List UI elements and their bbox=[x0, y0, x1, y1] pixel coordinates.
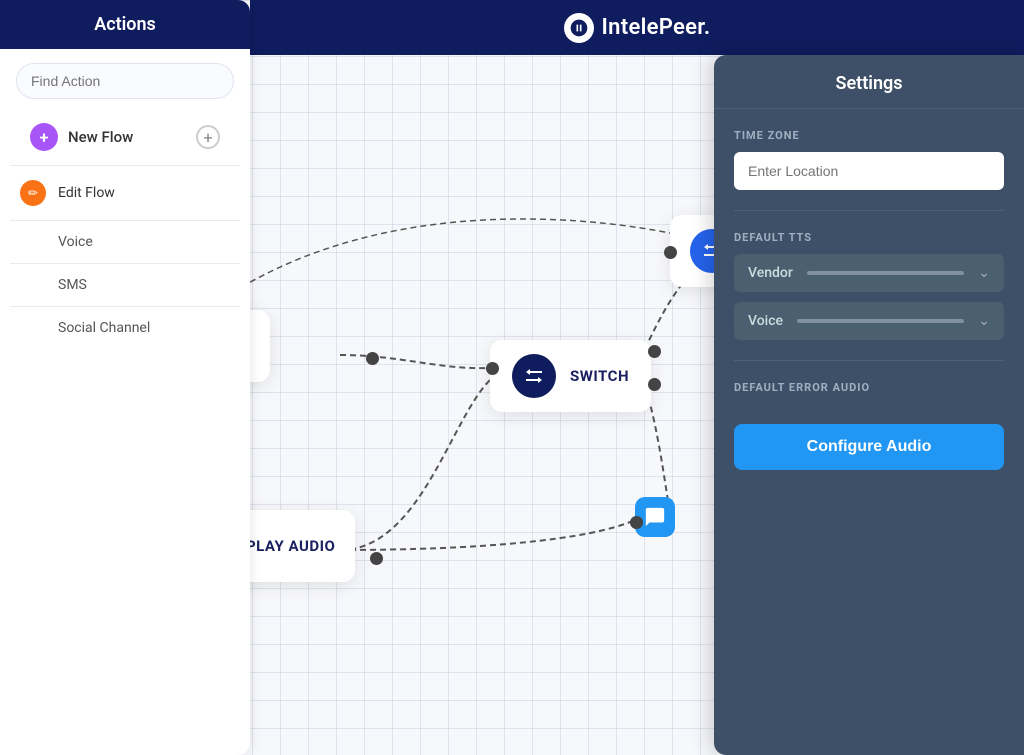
default-error-audio-section: DEFAULT ERROR AUDIO bbox=[714, 361, 1024, 394]
settings-title: Settings bbox=[714, 55, 1024, 109]
new-flow-label: New Flow bbox=[68, 128, 133, 146]
voice-label: Voice bbox=[748, 313, 783, 329]
sidebar-item-sms[interactable]: SMS bbox=[0, 268, 250, 302]
divider-1 bbox=[10, 165, 240, 166]
sidebar-title: Actions bbox=[0, 0, 250, 49]
play-audio-label: PLAY AUDIO bbox=[246, 537, 335, 555]
default-error-audio-label: DEFAULT ERROR AUDIO bbox=[734, 381, 1004, 394]
switch-connector-right-bot bbox=[648, 378, 661, 391]
new-flow-row[interactable]: + New Flow + bbox=[10, 113, 240, 161]
new-flow-left: + New Flow bbox=[30, 123, 133, 151]
vendor-dropdown[interactable]: Vendor ⌄ bbox=[734, 254, 1004, 292]
icall-connector-right bbox=[366, 352, 379, 365]
voice-track bbox=[797, 319, 964, 323]
small-node-connector bbox=[630, 516, 643, 529]
edit-flow-icon: ✏ bbox=[20, 180, 46, 206]
logo-icon bbox=[564, 13, 594, 43]
timezone-section: TIME ZONE bbox=[714, 109, 1024, 190]
find-action-input[interactable] bbox=[16, 63, 234, 99]
logo-area: IntelePeer. bbox=[564, 13, 711, 43]
configure-audio-button[interactable]: Configure Audio bbox=[734, 424, 1004, 470]
switch-icon bbox=[512, 354, 556, 398]
sidebar-item-voice[interactable]: Voice bbox=[0, 225, 250, 259]
vendor-track bbox=[807, 271, 964, 275]
sidebar-item-social-channel[interactable]: Social Channel bbox=[0, 311, 250, 345]
vendor-chevron-icon: ⌄ bbox=[978, 265, 990, 281]
default-tts-label: DEFAULT TTS bbox=[734, 231, 1004, 244]
voice-dropdown[interactable]: Voice ⌄ bbox=[734, 302, 1004, 340]
header-bar: IntelePeer. bbox=[250, 0, 1024, 55]
add-flow-button[interactable]: + bbox=[196, 125, 220, 149]
logo-text: IntelePeer. bbox=[602, 15, 711, 40]
sidebar: Actions + New Flow + ✏ Edit Flow Voice S… bbox=[0, 0, 250, 755]
transfer-connector-left bbox=[664, 246, 677, 259]
play-audio-connector-right bbox=[370, 552, 383, 565]
search-input-wrap bbox=[16, 63, 234, 99]
sidebar-item-edit-flow[interactable]: ✏ Edit Flow bbox=[0, 170, 250, 216]
sms-label: SMS bbox=[58, 277, 87, 293]
timezone-input[interactable] bbox=[734, 152, 1004, 190]
sidebar-search-area bbox=[0, 49, 250, 109]
default-tts-section: DEFAULT TTS Vendor ⌄ Voice ⌄ bbox=[714, 211, 1024, 340]
new-flow-icon: + bbox=[30, 123, 58, 151]
edit-flow-label: Edit Flow bbox=[58, 185, 115, 201]
vendor-label: Vendor bbox=[748, 265, 793, 281]
settings-panel: Settings TIME ZONE DEFAULT TTS Vendor ⌄ … bbox=[714, 55, 1024, 755]
voice-label: Voice bbox=[58, 234, 93, 250]
voice-chevron-icon: ⌄ bbox=[978, 313, 990, 329]
switch-node[interactable]: SWITCH bbox=[490, 340, 651, 412]
social-channel-label: Social Channel bbox=[58, 320, 150, 336]
divider-2 bbox=[10, 220, 240, 221]
divider-3 bbox=[10, 263, 240, 264]
switch-label: SWITCH bbox=[570, 367, 629, 385]
divider-4 bbox=[10, 306, 240, 307]
switch-connector-left bbox=[486, 362, 499, 375]
timezone-label: TIME ZONE bbox=[734, 129, 1004, 142]
switch-connector-right-top bbox=[648, 345, 661, 358]
